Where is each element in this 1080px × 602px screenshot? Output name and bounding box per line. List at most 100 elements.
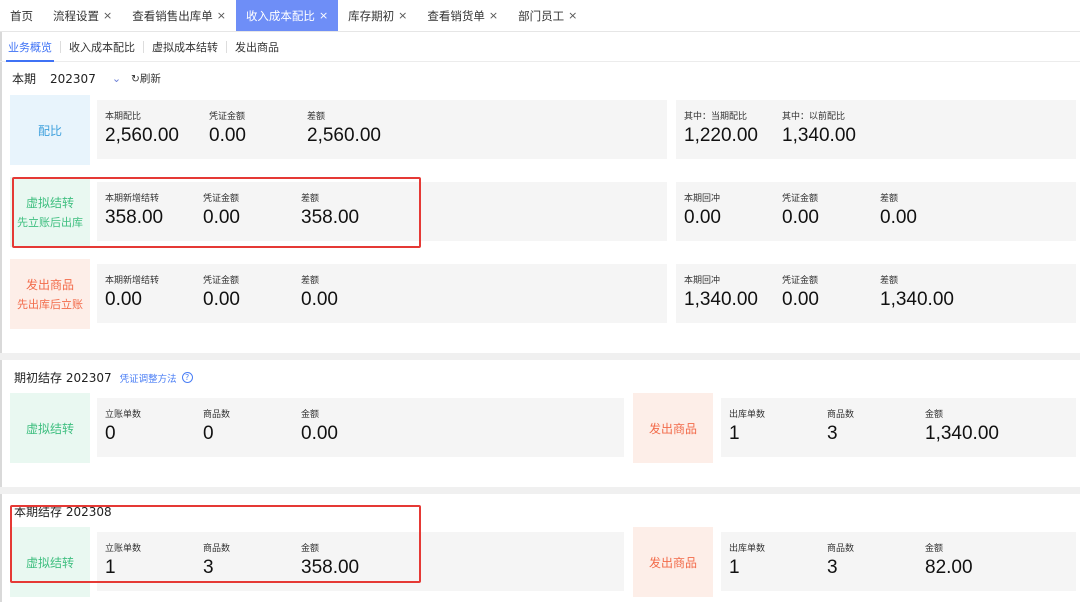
metric-value: 3 bbox=[827, 423, 838, 444]
metric: 本期回冲 0.00 bbox=[684, 191, 721, 229]
metric-label: 本期回冲 bbox=[684, 276, 721, 286]
metric-value: 0.00 bbox=[684, 207, 721, 228]
voucher-adjust-link[interactable]: 凭证调整方法 bbox=[120, 371, 177, 385]
tab-revenue-cost-matching[interactable]: 收入成本配比 × bbox=[235, 0, 339, 31]
refresh-button[interactable]: ↻刷新 bbox=[131, 71, 161, 86]
closing-shipped-label: 发出商品 bbox=[648, 555, 697, 570]
close-icon[interactable]: × bbox=[489, 9, 498, 22]
closing-shipped-card: 出库单数 1 商品数 3 金额 82.00 bbox=[721, 532, 1076, 591]
metric: 差额 2,560.00 bbox=[307, 109, 381, 147]
peibi-label: 配比 bbox=[37, 123, 62, 138]
tab-home[interactable]: 首页 bbox=[0, 0, 43, 31]
peibi-breakdown-card: 其中：当期配比 1,220.00 其中：以前配比 1,340.00 bbox=[676, 100, 1076, 159]
metric: 金额 82.00 bbox=[925, 541, 973, 579]
metric-label: 凭证金额 bbox=[782, 194, 819, 204]
metric: 商品数 0 bbox=[203, 407, 230, 445]
metric-label: 本期回冲 bbox=[684, 194, 721, 204]
metric-value: 1,340.00 bbox=[925, 423, 999, 444]
metric: 凭证金额 0.00 bbox=[209, 109, 246, 147]
tab-sales-delivery[interactable]: 查看销货单 × bbox=[417, 0, 508, 31]
metric-label: 凭证金额 bbox=[203, 276, 240, 286]
opening-shipped-label: 发出商品 bbox=[648, 421, 697, 436]
metric-value: 1 bbox=[729, 557, 740, 578]
metric-value: 0.00 bbox=[301, 289, 338, 310]
metric-value: 0.00 bbox=[782, 289, 819, 310]
opening-virtual-label-box: 虚拟结转 bbox=[10, 393, 90, 463]
chevron-down-icon[interactable]: ⌄ bbox=[112, 72, 121, 85]
metric-value: 2,560.00 bbox=[307, 125, 381, 146]
metric-label: 差额 bbox=[880, 276, 899, 286]
metric-label: 金额 bbox=[925, 410, 944, 420]
metric-value: 0 bbox=[203, 423, 214, 444]
refresh-label: 刷新 bbox=[139, 73, 161, 85]
metric-value: 3 bbox=[827, 557, 838, 578]
peibi-main-card: 本期配比 2,560.00 凭证金额 0.00 差额 2,560.00 bbox=[97, 100, 667, 159]
tab-label: 库存期初 bbox=[348, 8, 395, 23]
metric-value: 0.00 bbox=[301, 423, 338, 444]
metric-label: 出库单数 bbox=[729, 410, 766, 420]
close-icon[interactable]: × bbox=[319, 9, 328, 22]
metric-label: 凭证金额 bbox=[782, 276, 819, 286]
opening-title: 期初结存 bbox=[14, 371, 63, 385]
metric: 差额 0.00 bbox=[880, 191, 917, 229]
tab-department-staff[interactable]: 部门员工 × bbox=[508, 0, 587, 31]
metric-label: 本期新增结转 bbox=[105, 276, 160, 286]
metric: 其中：当期配比 1,220.00 bbox=[684, 109, 758, 147]
metric: 本期新增结转 0.00 bbox=[105, 273, 159, 311]
tab-label: 部门员工 bbox=[518, 8, 565, 23]
subtab-virtual-cost[interactable]: 虚拟成本结转 bbox=[144, 32, 226, 62]
close-icon[interactable]: × bbox=[398, 9, 407, 22]
tab-inventory-opening[interactable]: 库存期初 × bbox=[338, 0, 417, 31]
period-value[interactable]: 202307 bbox=[50, 72, 96, 86]
help-icon[interactable]: ? bbox=[181, 372, 193, 383]
metric: 凭证金额 0.00 bbox=[203, 273, 240, 311]
metric: 商品数 3 bbox=[827, 407, 854, 445]
refresh-icon: ↻ bbox=[131, 73, 140, 85]
metric: 本期配比 2,560.00 bbox=[105, 109, 179, 147]
metric-value: 0.00 bbox=[203, 289, 240, 310]
subtab-shipped-goods[interactable]: 发出商品 bbox=[227, 32, 287, 62]
metric-label: 商品数 bbox=[827, 544, 855, 554]
close-icon[interactable]: × bbox=[103, 9, 112, 22]
metric-label: 差额 bbox=[880, 194, 899, 204]
opening-shipped-card: 出库单数 1 商品数 3 金额 1,340.00 bbox=[721, 398, 1076, 457]
period-label: 本期 bbox=[12, 72, 37, 86]
tab-process-settings[interactable]: 流程设置 × bbox=[43, 0, 122, 31]
opening-virtual-label: 虚拟结转 bbox=[25, 421, 74, 436]
metric: 商品数 3 bbox=[827, 541, 854, 579]
section-divider bbox=[0, 487, 1080, 494]
metric: 立账单数 0 bbox=[105, 407, 141, 445]
metric-value: 0.00 bbox=[782, 207, 819, 228]
tab-label: 收入成本配比 bbox=[245, 8, 315, 23]
metric: 差额 1,340.00 bbox=[880, 273, 954, 311]
opening-period: 202307 bbox=[65, 370, 112, 385]
metric: 金额 0.00 bbox=[301, 407, 338, 445]
tab-bar: 首页 流程设置 × 查看销售出库单 × 收入成本配比 × 库存期初 × 查看销货单 × 部… bbox=[0, 0, 1080, 32]
metric-value: 1,340.00 bbox=[782, 125, 856, 146]
opening-section-title: 期初结存 202307 凭证调整方法 ? bbox=[14, 369, 193, 386]
close-icon[interactable]: × bbox=[217, 9, 226, 22]
tab-label: 查看销货单 bbox=[427, 8, 485, 23]
sub-tab-bar: 业务概览 收入成本配比 虚拟成本结转 发出商品 bbox=[0, 32, 1080, 62]
metric-label: 本期配比 bbox=[105, 112, 142, 122]
tab-sales-outbound[interactable]: 查看销售出库单 × bbox=[122, 0, 236, 31]
subtab-overview[interactable]: 业务概览 bbox=[0, 32, 60, 62]
metric-value: 0.00 bbox=[880, 207, 917, 228]
metric-label: 金额 bbox=[925, 544, 944, 554]
shipped-main-card: 本期新增结转 0.00 凭证金额 0.00 差额 0.00 bbox=[97, 264, 667, 323]
shipped-reverse-card: 本期回冲 1,340.00 凭证金额 0.00 差额 1,340.00 bbox=[676, 264, 1076, 323]
metric-value: 0 bbox=[105, 423, 116, 444]
shipped-sublabel: 先出库后立账 bbox=[17, 298, 83, 311]
metric: 凭证金额 0.00 bbox=[782, 191, 819, 229]
metric: 其中：以前配比 1,340.00 bbox=[782, 109, 856, 147]
tab-label: 流程设置 bbox=[53, 8, 99, 23]
opening-shipped-label-box: 发出商品 bbox=[633, 393, 713, 463]
close-icon[interactable]: × bbox=[568, 9, 577, 22]
metric-value: 0.00 bbox=[105, 289, 142, 310]
subtab-matching[interactable]: 收入成本配比 bbox=[61, 32, 143, 62]
metric-label: 出库单数 bbox=[729, 544, 766, 554]
metric-value: 1,340.00 bbox=[880, 289, 954, 310]
section-divider bbox=[0, 353, 1080, 360]
metric: 出库单数 1 bbox=[729, 407, 765, 445]
closing-shipped-label-box: 发出商品 bbox=[633, 527, 713, 597]
